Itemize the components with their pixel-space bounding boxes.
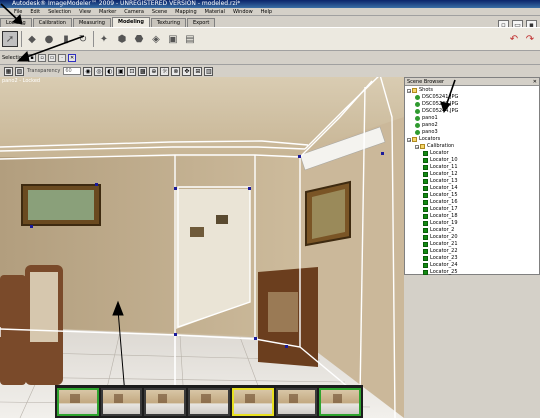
shot-filmstrip (55, 385, 363, 418)
shot-thumbnail[interactable] (57, 387, 99, 416)
shot-thumbnail[interactable] (319, 387, 362, 416)
shot-thumbnail[interactable] (231, 387, 274, 416)
annotation-arrow (23, 35, 85, 59)
shot-thumbnail[interactable] (100, 387, 143, 416)
annotation-overlay (0, 3, 456, 114)
annotation-arrowhead (16, 51, 30, 62)
shot-thumbnail[interactable] (275, 387, 318, 416)
shot-thumbnail[interactable] (188, 387, 230, 416)
annotation-arrowhead (440, 101, 451, 114)
shot-thumbnail[interactable] (144, 387, 187, 416)
viewport-label: pano2 - Locked (2, 78, 41, 84)
annotation-arrow (445, 79, 456, 107)
